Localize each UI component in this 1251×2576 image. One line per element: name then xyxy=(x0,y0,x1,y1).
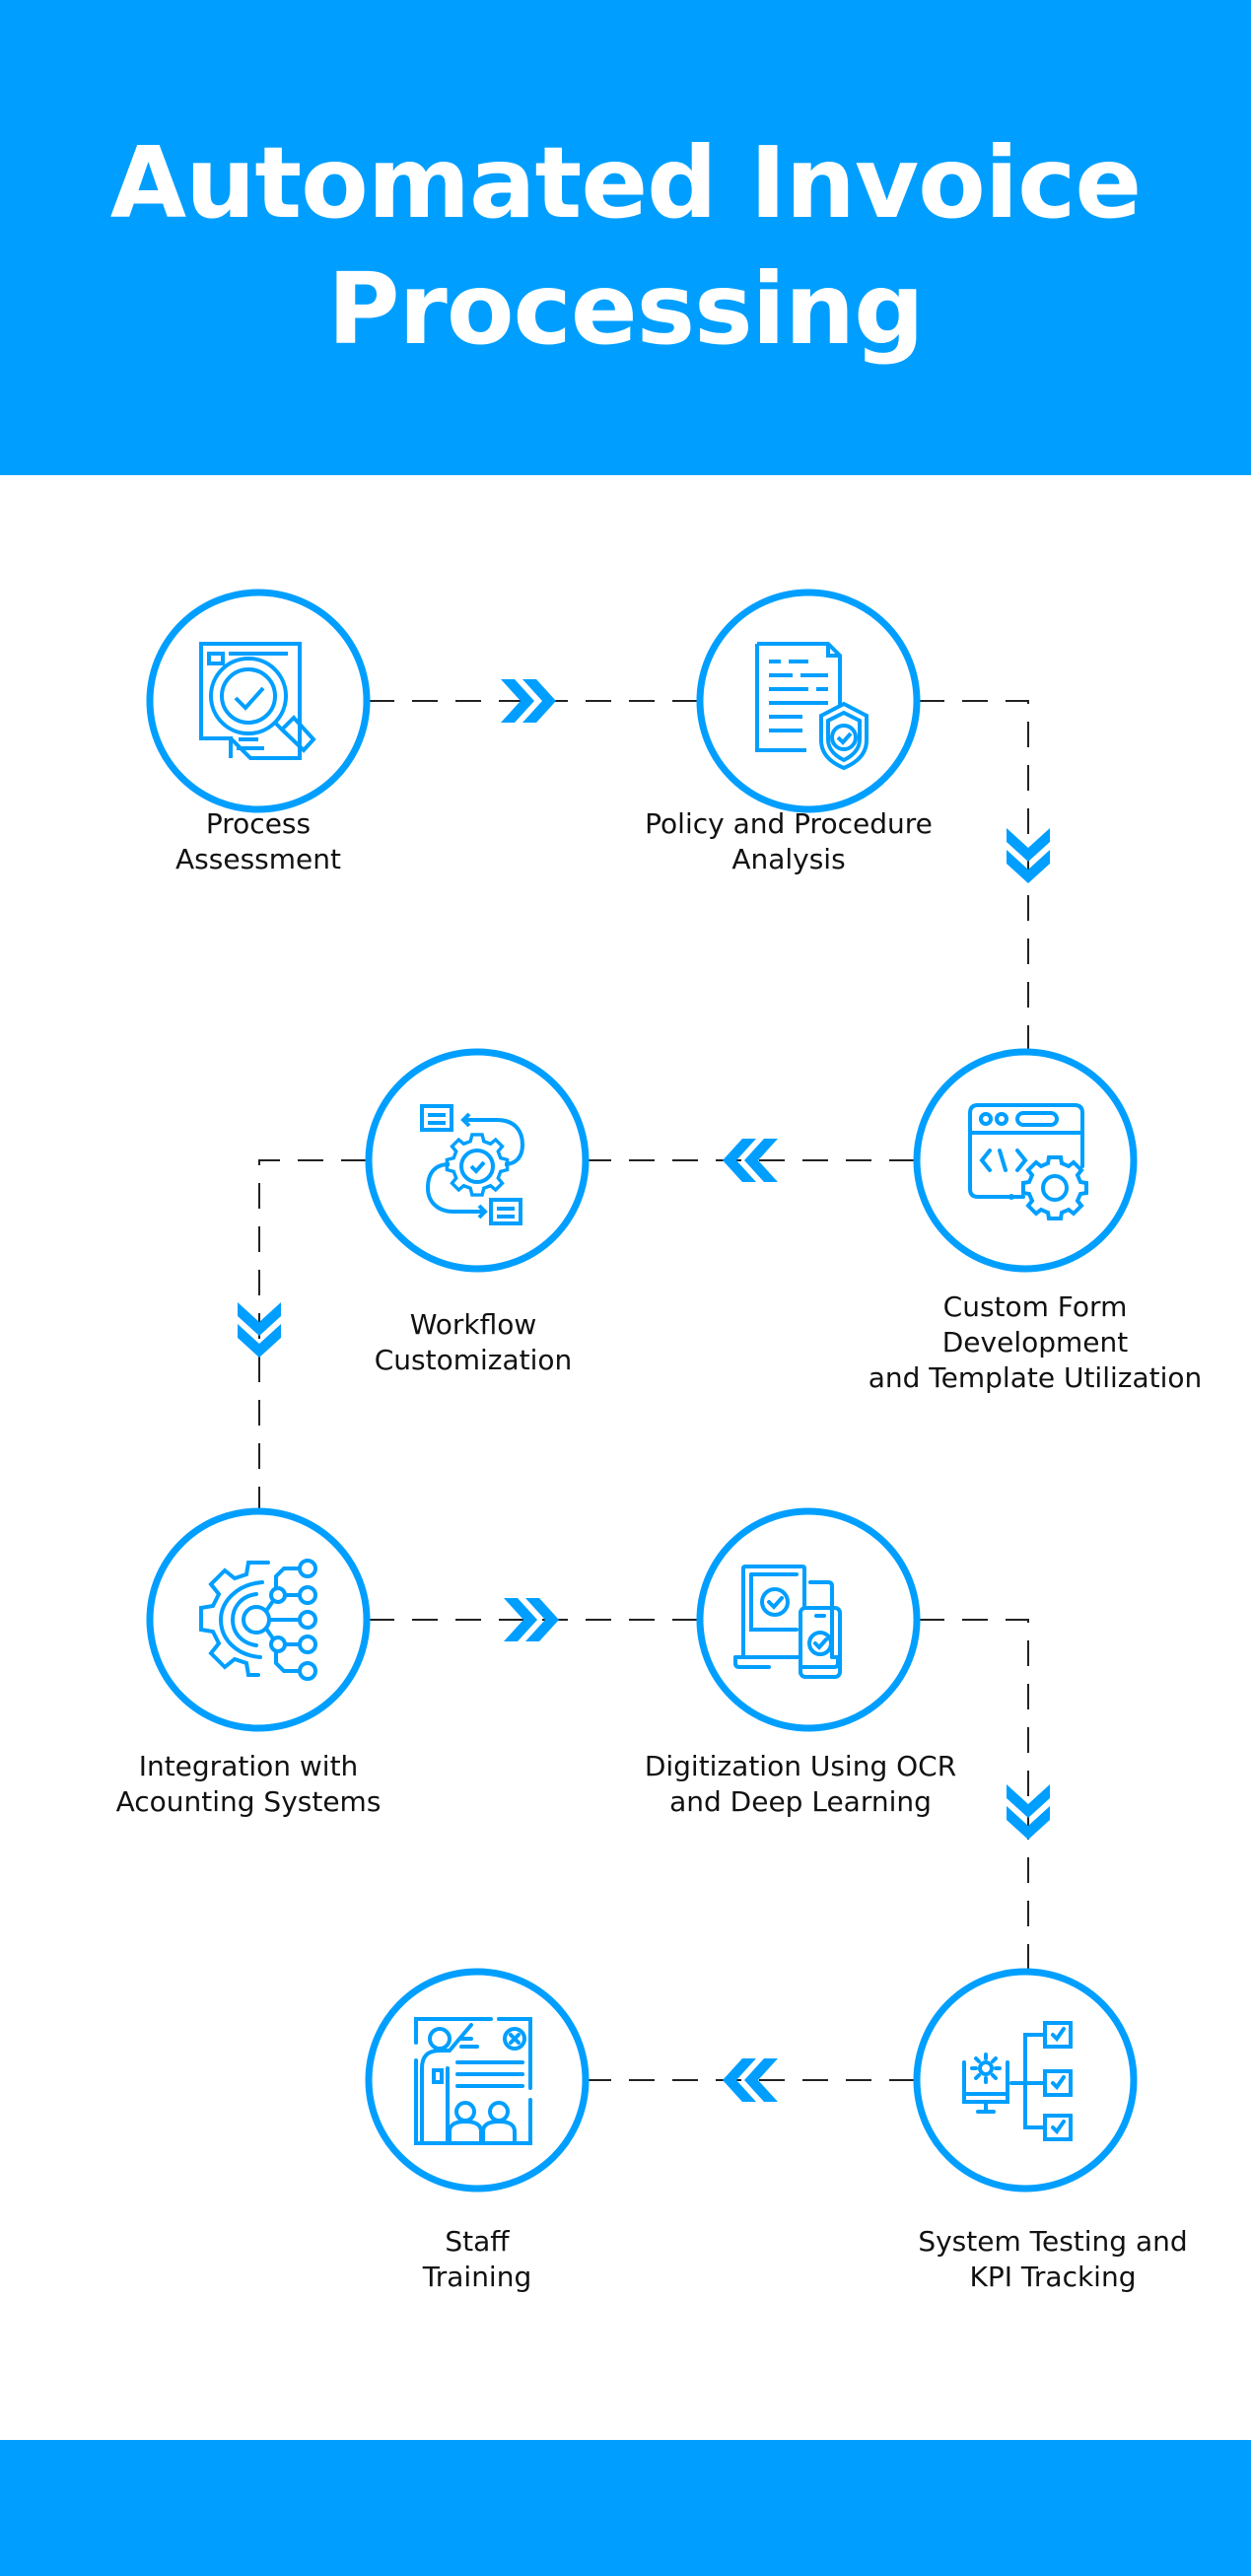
step-5-label: Integration with Acounting Systems xyxy=(115,1750,382,1818)
step-circle xyxy=(365,1048,590,1273)
step-6-node xyxy=(696,1507,921,1732)
step-8-label: Staff Training xyxy=(422,2225,532,2293)
step-circle xyxy=(365,1968,590,2193)
step-1-label: Process Assessment xyxy=(175,807,341,875)
step-4-node xyxy=(365,1048,590,1273)
footer-banner xyxy=(0,2440,1251,2576)
step-4-label: Workflow Customization xyxy=(374,1308,573,1376)
step-circle xyxy=(696,1507,921,1732)
step-2-node xyxy=(696,589,921,813)
step-3-label: Custom Form Development and Template Uti… xyxy=(868,1290,1203,1394)
process-flow-diagram xyxy=(146,589,1138,2193)
step-8-node xyxy=(365,1968,590,2193)
step-circle xyxy=(146,1507,371,1732)
step-3-node xyxy=(913,1048,1138,1273)
step-1-node xyxy=(146,589,371,813)
step-7-node xyxy=(913,1968,1138,2193)
step-7-label: System Testing and KPI Tracking xyxy=(918,2225,1188,2293)
chevron-down-icon xyxy=(238,1302,281,1358)
step-5-node xyxy=(146,1507,371,1732)
step-circle xyxy=(146,589,371,813)
chevron-down-icon xyxy=(1007,828,1050,883)
step-6-label: Digitization Using OCR and Deep Learning xyxy=(644,1750,957,1818)
step-2-label: Policy and Procedure Analysis xyxy=(645,807,933,875)
